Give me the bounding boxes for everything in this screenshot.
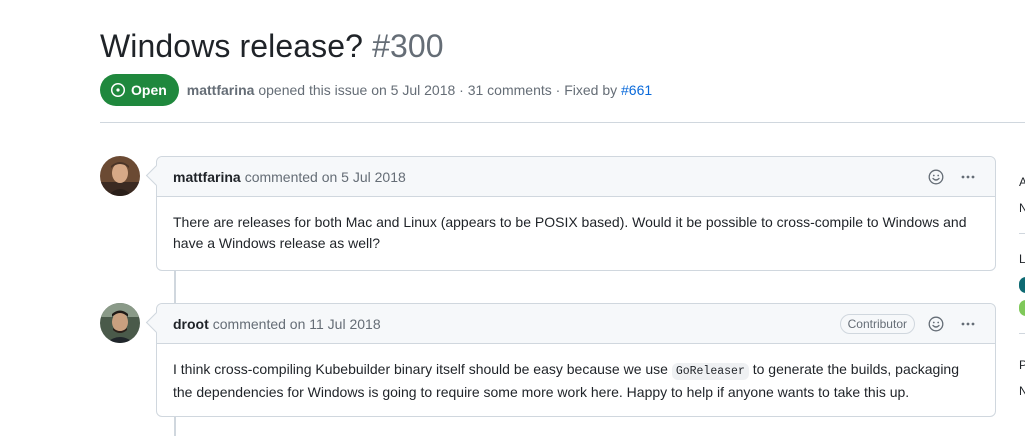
sidebar-fragment: L (1019, 252, 1025, 266)
sidebar-divider (1019, 333, 1025, 334)
comment-2-author[interactable]: droot (173, 316, 209, 332)
issue-title: Windows release? #300 (100, 28, 444, 65)
fixed-by-link[interactable]: #661 (621, 82, 652, 98)
sidebar-fragment: N (1019, 384, 1025, 398)
timeline-connector (174, 270, 176, 305)
comment-1-header: mattfarina commented on 5 Jul 2018 (157, 157, 995, 197)
avatar-mattfarina[interactable] (100, 156, 140, 196)
comment-2-body-text-a: I think cross-compiling Kubebuilder bina… (173, 361, 668, 377)
comment-2-meta[interactable]: commented on 11 Jul 2018 (213, 316, 381, 332)
sidebar-fragment: N (1019, 201, 1025, 215)
contributor-badge: Contributor (839, 313, 915, 334)
comment-2-header: droot commented on 11 Jul 2018 Contribut… (157, 304, 995, 344)
smiley-icon[interactable] (925, 166, 947, 188)
comment-1-body: There are releases for both Mac and Linu… (173, 214, 967, 251)
kebab-horizontal-icon[interactable] (957, 166, 979, 188)
state-label: Open (131, 82, 167, 98)
issue-meta-text: mattfarina opened this issue on 5 Jul 20… (187, 82, 652, 98)
issue-meta: Open mattfarina opened this issue on 5 J… (100, 74, 652, 106)
avatar-droot[interactable] (100, 303, 140, 343)
sidebar-fragment: A (1019, 175, 1025, 189)
header-divider (100, 122, 1025, 123)
state-badge-open: Open (100, 74, 179, 106)
sidebar-divider (1019, 233, 1025, 234)
smiley-icon[interactable] (925, 313, 947, 335)
sidebar-fragment: P (1019, 358, 1025, 372)
label-chip-lime[interactable] (1019, 300, 1025, 316)
label-chip-teal[interactable] (1019, 277, 1025, 293)
issue-title-text: Windows release? (100, 28, 364, 64)
issue-opened-text: opened this issue on 5 Jul 2018 · 31 com… (258, 82, 618, 98)
issue-open-icon (110, 82, 126, 98)
comment-2: droot commented on 11 Jul 2018 Contribut… (156, 303, 996, 417)
timeline-connector (174, 416, 176, 436)
comment-2-body: I think cross-compiling Kubebuilder bina… (157, 344, 995, 419)
comment-1-author[interactable]: mattfarina (173, 169, 241, 185)
comment-1: mattfarina commented on 5 Jul 2018 There… (156, 156, 996, 271)
kebab-horizontal-icon[interactable] (957, 313, 979, 335)
comment-1-meta[interactable]: commented on 5 Jul 2018 (245, 169, 406, 185)
comment-2-inline-code: GoReleaser (671, 363, 749, 380)
issue-number: #300 (372, 28, 444, 64)
issue-author-link[interactable]: mattfarina (187, 82, 255, 98)
